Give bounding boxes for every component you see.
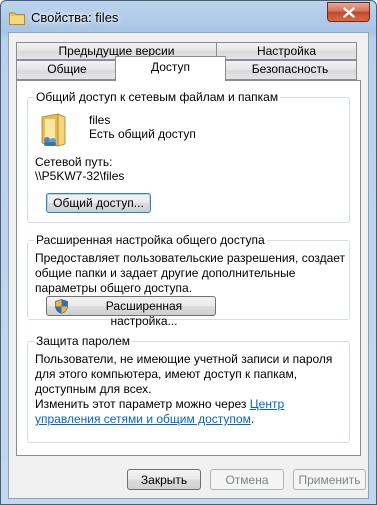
advanced-sharing-button-label: Расширенная настройка... <box>105 299 183 328</box>
window-title: Свойства: files <box>31 10 119 25</box>
dialog-client-area: Предыдущие версии Настройка Общие Доступ… <box>8 32 369 499</box>
tab-security[interactable]: Безопасность <box>223 60 357 80</box>
password-protection-description: Пользователи, не имеющие учетной записи … <box>35 352 333 396</box>
network-path-value: \\P5KW7-32\files <box>35 169 125 183</box>
properties-window: Свойства: files Предыдущие версии Настро… <box>0 0 377 505</box>
shared-folder-icon <box>39 113 69 150</box>
tab-label: Настройка <box>256 44 317 58</box>
uac-shield-icon <box>55 299 68 314</box>
tab-customize[interactable]: Настройка <box>216 42 357 60</box>
advanced-sharing-group: Расширенная настройка общего доступа Пре… <box>27 233 350 328</box>
advanced-sharing-description: Предоставляет пользовательские разрешени… <box>35 251 346 295</box>
tab-general[interactable]: Общие <box>16 60 118 80</box>
share-button[interactable]: Общий доступ... <box>46 193 151 213</box>
folder-name: files <box>89 113 111 127</box>
folder-share-status: Есть общий доступ <box>89 127 196 141</box>
network-sharing-group: Общий доступ к сетевым файлам и папкам f… <box>27 90 350 223</box>
close-icon <box>343 7 355 18</box>
close-window-button[interactable] <box>327 2 370 22</box>
sentence-period: . <box>250 412 255 426</box>
folder-icon <box>9 11 25 25</box>
change-setting-text: Изменить этот параметр можно через Центр… <box>35 397 346 427</box>
sharing-tab-panel: Общий доступ к сетевым файлам и папкам f… <box>16 80 361 456</box>
title-bar[interactable]: Свойства: files <box>1 1 376 35</box>
group-title: Общий доступ к сетевым файлам и папкам <box>34 90 281 104</box>
change-setting-prefix: Изменить этот параметр можно через <box>35 397 247 411</box>
cancel-button[interactable]: Отмена <box>210 469 284 490</box>
password-protection-group: Защита паролем Пользователи, не имеющие … <box>27 334 350 443</box>
network-path-label: Сетевой путь: <box>35 155 113 169</box>
apply-button[interactable]: Применить <box>293 469 366 490</box>
advanced-sharing-button[interactable]: Расширенная настройка... <box>46 296 216 328</box>
tab-label: Безопасность <box>251 62 329 76</box>
tab-sharing[interactable]: Доступ <box>115 56 226 81</box>
group-title: Расширенная настройка общего доступа <box>34 233 267 247</box>
group-title: Защита паролем <box>34 334 133 348</box>
tab-label: Общие <box>47 62 87 76</box>
tab-label: Доступ <box>150 60 191 74</box>
close-button[interactable]: Закрыть <box>127 469 201 490</box>
